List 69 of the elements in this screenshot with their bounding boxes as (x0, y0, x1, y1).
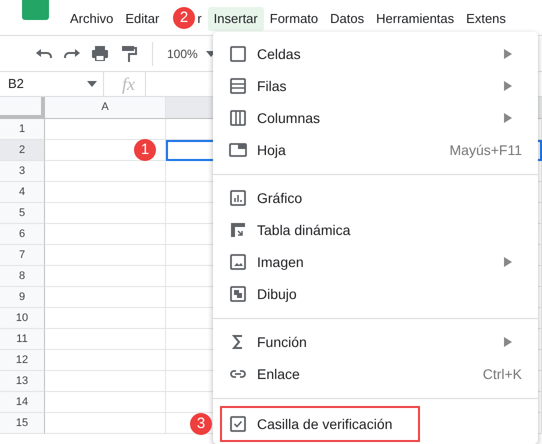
grid-cell[interactable] (45, 287, 166, 308)
square-icon (229, 45, 247, 63)
app-logo-icon (22, 0, 49, 20)
menu-bar-item[interactable]: Herramientas (370, 7, 460, 31)
step-marker: 2 (173, 7, 195, 29)
image-icon (229, 253, 247, 271)
grid-cell[interactable] (45, 350, 166, 371)
sheet-tab-icon (229, 141, 247, 159)
menu-item[interactable]: Hoja Mayús+F11 (213, 134, 538, 166)
menu-item[interactable]: Tabla dinámica (213, 214, 538, 246)
row-header[interactable]: 13 (0, 371, 45, 392)
grid-cell[interactable] (45, 161, 166, 182)
row-header[interactable]: 1 (0, 119, 45, 140)
rows-icon (229, 77, 247, 95)
grid-cell[interactable] (45, 245, 166, 266)
checkbox-icon (229, 415, 247, 433)
menu-item[interactable]: Celdas (213, 38, 538, 70)
row-header[interactable]: 2 (0, 140, 45, 161)
grid-cell[interactable] (45, 392, 166, 413)
grid-cell[interactable] (45, 182, 166, 203)
menu-item[interactable]: Gráfico (213, 182, 538, 214)
bar-chart-icon (229, 189, 247, 207)
grid-cell[interactable] (45, 224, 166, 245)
name-box[interactable]: B2 (8, 74, 24, 94)
row-header[interactable]: 3 (0, 161, 45, 182)
grid-cell[interactable] (45, 413, 166, 434)
row-header[interactable]: 4 (0, 182, 45, 203)
row-header[interactable]: 12 (0, 350, 45, 371)
row-header[interactable]: 5 (0, 203, 45, 224)
grid-cell[interactable]: 1 (45, 140, 166, 161)
step-marker: 1 (134, 139, 156, 161)
grid-cell[interactable] (45, 119, 166, 140)
grid-cell[interactable] (45, 266, 166, 287)
row-header[interactable]: 14 (0, 392, 45, 413)
menu-item[interactable]: Casilla de verificación (220, 406, 420, 442)
dropdown-caret-icon[interactable] (87, 81, 97, 87)
menu-bar-item[interactable]: Editar (119, 7, 166, 31)
menu-item[interactable]: Función (213, 326, 538, 358)
print-icon[interactable] (90, 44, 110, 64)
menu-item[interactable]: Enlace Ctrl+K (213, 358, 538, 390)
menu-bar-item[interactable]: Extens (460, 7, 512, 31)
shortcut-text: Mayús+F11 (450, 140, 522, 160)
menu-bar-item[interactable]: Insertar (208, 7, 264, 31)
grid-cell[interactable] (45, 308, 166, 329)
grid-cell[interactable] (45, 371, 166, 392)
pivot-table-icon (229, 221, 247, 239)
row-header[interactable]: 6 (0, 224, 45, 245)
menu-item[interactable]: Columnas (213, 102, 538, 134)
menu-bar-item[interactable]: Archivo (64, 7, 120, 31)
menu-item[interactable]: Dibujo (213, 278, 538, 310)
menu-bar-item[interactable]: Datos (324, 7, 370, 31)
step-marker: 3 (190, 413, 212, 435)
menu-item[interactable]: Imagen (213, 246, 538, 278)
grid-cell[interactable] (45, 203, 166, 224)
grid-cell[interactable] (45, 329, 166, 350)
row-header[interactable]: 9 (0, 287, 45, 308)
menu-bar-item[interactable]: Formato (264, 7, 324, 31)
row-header[interactable]: 8 (0, 266, 45, 287)
row-header[interactable]: 11 (0, 329, 45, 350)
shortcut-text: Ctrl+K (482, 364, 522, 384)
row-header[interactable]: 7 (0, 245, 45, 266)
columns-icon (229, 109, 247, 127)
column-header[interactable]: A (45, 97, 166, 119)
select-all-corner[interactable] (0, 97, 45, 119)
row-header[interactable]: 10 (0, 308, 45, 329)
zoom-level[interactable]: 100% (167, 44, 198, 62)
row-header[interactable]: 15 (0, 413, 45, 434)
menu-item[interactable]: Filas (213, 70, 538, 102)
drawing-icon (229, 285, 247, 303)
